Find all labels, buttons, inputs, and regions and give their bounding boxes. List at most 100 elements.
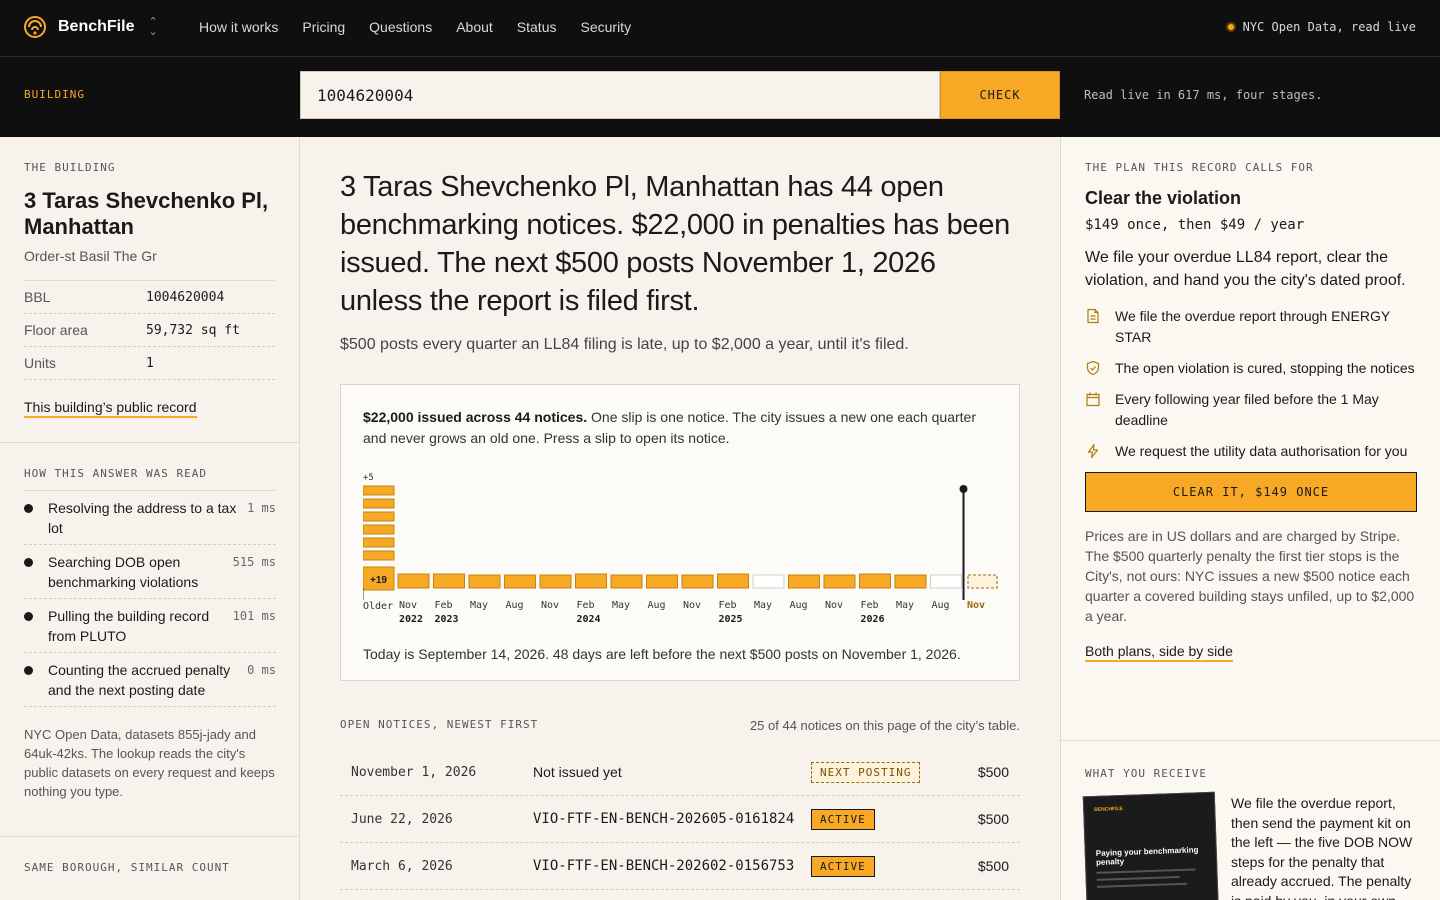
left-sidebar: THE BUILDING 3 Taras Shevchenko Pl, Manh… — [0, 137, 300, 900]
nav-link-pricing[interactable]: Pricing — [302, 19, 345, 35]
how-step: Pulling the building record from PLUTO 1… — [24, 599, 276, 653]
field-key: BBL — [24, 289, 51, 305]
public-record-link[interactable]: This building’s public record — [24, 399, 197, 418]
older-label: Older — [363, 601, 393, 612]
feature-item: Every following year filed before the 1 … — [1085, 389, 1416, 431]
chevron-updown-icon[interactable]: ⌃ ⌄ — [148, 17, 157, 38]
notice-slip — [788, 574, 820, 589]
chart-intro: $22,000 issued across 44 notices. One sl… — [363, 407, 983, 449]
notice-date: June 22, 2026 — [351, 811, 453, 827]
shield-check-icon — [1086, 360, 1100, 376]
field-row: Units 1 — [24, 347, 275, 380]
check-button[interactable]: CHECK — [940, 71, 1060, 119]
status-badge: ACTIVE — [811, 855, 875, 877]
lightning-icon — [1087, 443, 1099, 459]
notice-id: VIO-FTF-EN-BENCH-202602-0156753 — [533, 858, 795, 874]
nav-link-questions[interactable]: Questions — [369, 19, 432, 35]
receive-section-label: WHAT YOU RECEIVE — [1085, 767, 1207, 780]
x-tick-label: May — [612, 600, 630, 611]
nav-link-about[interactable]: About — [456, 19, 493, 35]
how-step: Searching DOB open benchmarking violatio… — [24, 545, 276, 599]
status-badge: NEXT POSTING — [811, 761, 921, 783]
nav-link-how-it-works[interactable]: How it works — [199, 19, 278, 35]
read-time-note: Read live in 617 ms, four stages. — [1084, 88, 1323, 102]
brand-logo[interactable]: BenchFile ⌃ ⌄ — [24, 16, 158, 38]
notice-slip — [610, 574, 643, 589]
notice-slip — [681, 574, 714, 589]
x-tick-label: Aug — [506, 600, 524, 611]
notice-slip — [575, 573, 607, 589]
notice-chart-card: $22,000 issued across 44 notices. One sl… — [340, 384, 1020, 681]
building-name: 3 Taras Shevchenko Pl, Manhattan — [24, 188, 269, 239]
how-panel: HOW THIS ANSWER WAS READ Resolving the a… — [24, 467, 276, 801]
feature-text: We request the utility data authorisatio… — [1115, 443, 1408, 459]
live-status: NYC Open Data, read live — [1225, 20, 1416, 34]
notice-slip — [717, 573, 749, 589]
plan-section-label: THE PLAN THIS RECORD CALLS FOR — [1085, 161, 1314, 174]
plan-description: We file your overdue LL84 report, clear … — [1085, 249, 1406, 289]
step-time: 101 ms — [232, 609, 276, 623]
building-fields: BBL 1004620004 Floor area 59,732 sq ft U… — [24, 280, 275, 380]
plan-price: $149 once, then $49 / year — [1085, 217, 1305, 233]
plan-features: We file the overdue report through ENERG… — [1085, 306, 1416, 462]
notice-amount: $500 — [977, 811, 1009, 827]
x-year-label: 2022 — [399, 614, 423, 625]
top-nav: BenchFile ⌃ ⌄ How it works Pricing Questi… — [0, 0, 1440, 57]
step-text: Pulling the building record from PLUTO — [48, 608, 210, 644]
building-search-input[interactable] — [300, 71, 940, 119]
older-plus-label: +5 — [363, 473, 374, 483]
next-slip — [967, 574, 998, 589]
empty-slip — [752, 574, 785, 589]
receive-panel: WHAT YOU RECEIVE BENCHFILE Paying your b… — [1082, 767, 1417, 900]
older-slip — [363, 485, 395, 496]
feature-text: The open violation is cured, stopping th… — [1115, 360, 1415, 376]
field-value: 1004620004 — [146, 289, 225, 305]
x-year-label: 2024 — [577, 614, 601, 625]
plan-title: Clear the violation — [1085, 188, 1242, 208]
notices-table: November 1, 2026 Not issued yet NEXT POS… — [340, 749, 1020, 890]
notice-date: March 6, 2026 — [351, 858, 453, 874]
x-year-label: 2025 — [719, 614, 743, 625]
nav-link-security[interactable]: Security — [581, 19, 632, 35]
notice-slip — [504, 574, 536, 589]
data-source-note: NYC Open Data, datasets 855j-jady and 64… — [24, 727, 275, 799]
calendar-icon — [1086, 392, 1100, 407]
right-sidebar: THE PLAN THIS RECORD CALLS FOR Clear the… — [1060, 137, 1440, 900]
plan-panel: THE PLAN THIS RECORD CALLS FOR Clear the… — [1061, 137, 1440, 662]
older-slip — [363, 550, 395, 561]
same-borough-label: SAME BOROUGH, SIMILAR COUNT — [24, 861, 230, 874]
x-tick-label: Aug — [790, 600, 808, 611]
field-key: Units — [24, 355, 56, 371]
x-tick-label: Nov — [541, 600, 559, 611]
empty-slip — [930, 574, 962, 589]
x-tick-label: May — [754, 600, 772, 611]
compare-plans-link[interactable]: Both plans, side by side — [1085, 643, 1233, 662]
step-dot-icon — [24, 612, 33, 621]
thumb-brand: BENCHFILE — [1094, 805, 1123, 813]
step-time: 1 ms — [247, 501, 276, 515]
pricing-fine-print: Prices are in US dollars and are charged… — [1085, 528, 1415, 624]
brand-name: BenchFile — [58, 18, 135, 35]
notice-slip — [646, 574, 678, 589]
table-row[interactable]: March 6, 2026 VIO-FTF-EN-BENCH-202602-01… — [340, 843, 1020, 890]
payment-kit-thumbnail[interactable]: BENCHFILE Paying your benchmarking penal… — [1082, 791, 1220, 900]
older-slip — [363, 498, 395, 509]
divider — [1061, 740, 1440, 741]
older-slip — [363, 537, 395, 548]
x-tick-label: May — [896, 600, 914, 611]
brand-mark-icon — [24, 16, 46, 38]
x-tick-label: May — [470, 600, 488, 611]
clear-violation-button[interactable]: CLEAR IT, $149 ONCE — [1085, 472, 1417, 512]
chart-footer: Today is September 14, 2026. 48 days are… — [363, 646, 961, 662]
notice-slip — [433, 573, 465, 589]
table-row[interactable]: November 1, 2026 Not issued yet NEXT POS… — [340, 749, 1020, 796]
notice-date: November 1, 2026 — [351, 764, 477, 780]
nav-link-status[interactable]: Status — [517, 19, 557, 35]
table-row[interactable]: June 22, 2026 VIO-FTF-EN-BENCH-202605-01… — [340, 796, 1020, 843]
step-text: Resolving the address to a tax lot — [48, 500, 237, 536]
building-panel: THE BUILDING 3 Taras Shevchenko Pl, Manh… — [0, 137, 299, 418]
field-value: 1 — [146, 355, 154, 371]
how-steps: Resolving the address to a tax lot 1 ms … — [24, 490, 276, 707]
step-dot-icon — [24, 558, 33, 567]
building-owner: Order-st Basil The Gr — [24, 248, 157, 264]
